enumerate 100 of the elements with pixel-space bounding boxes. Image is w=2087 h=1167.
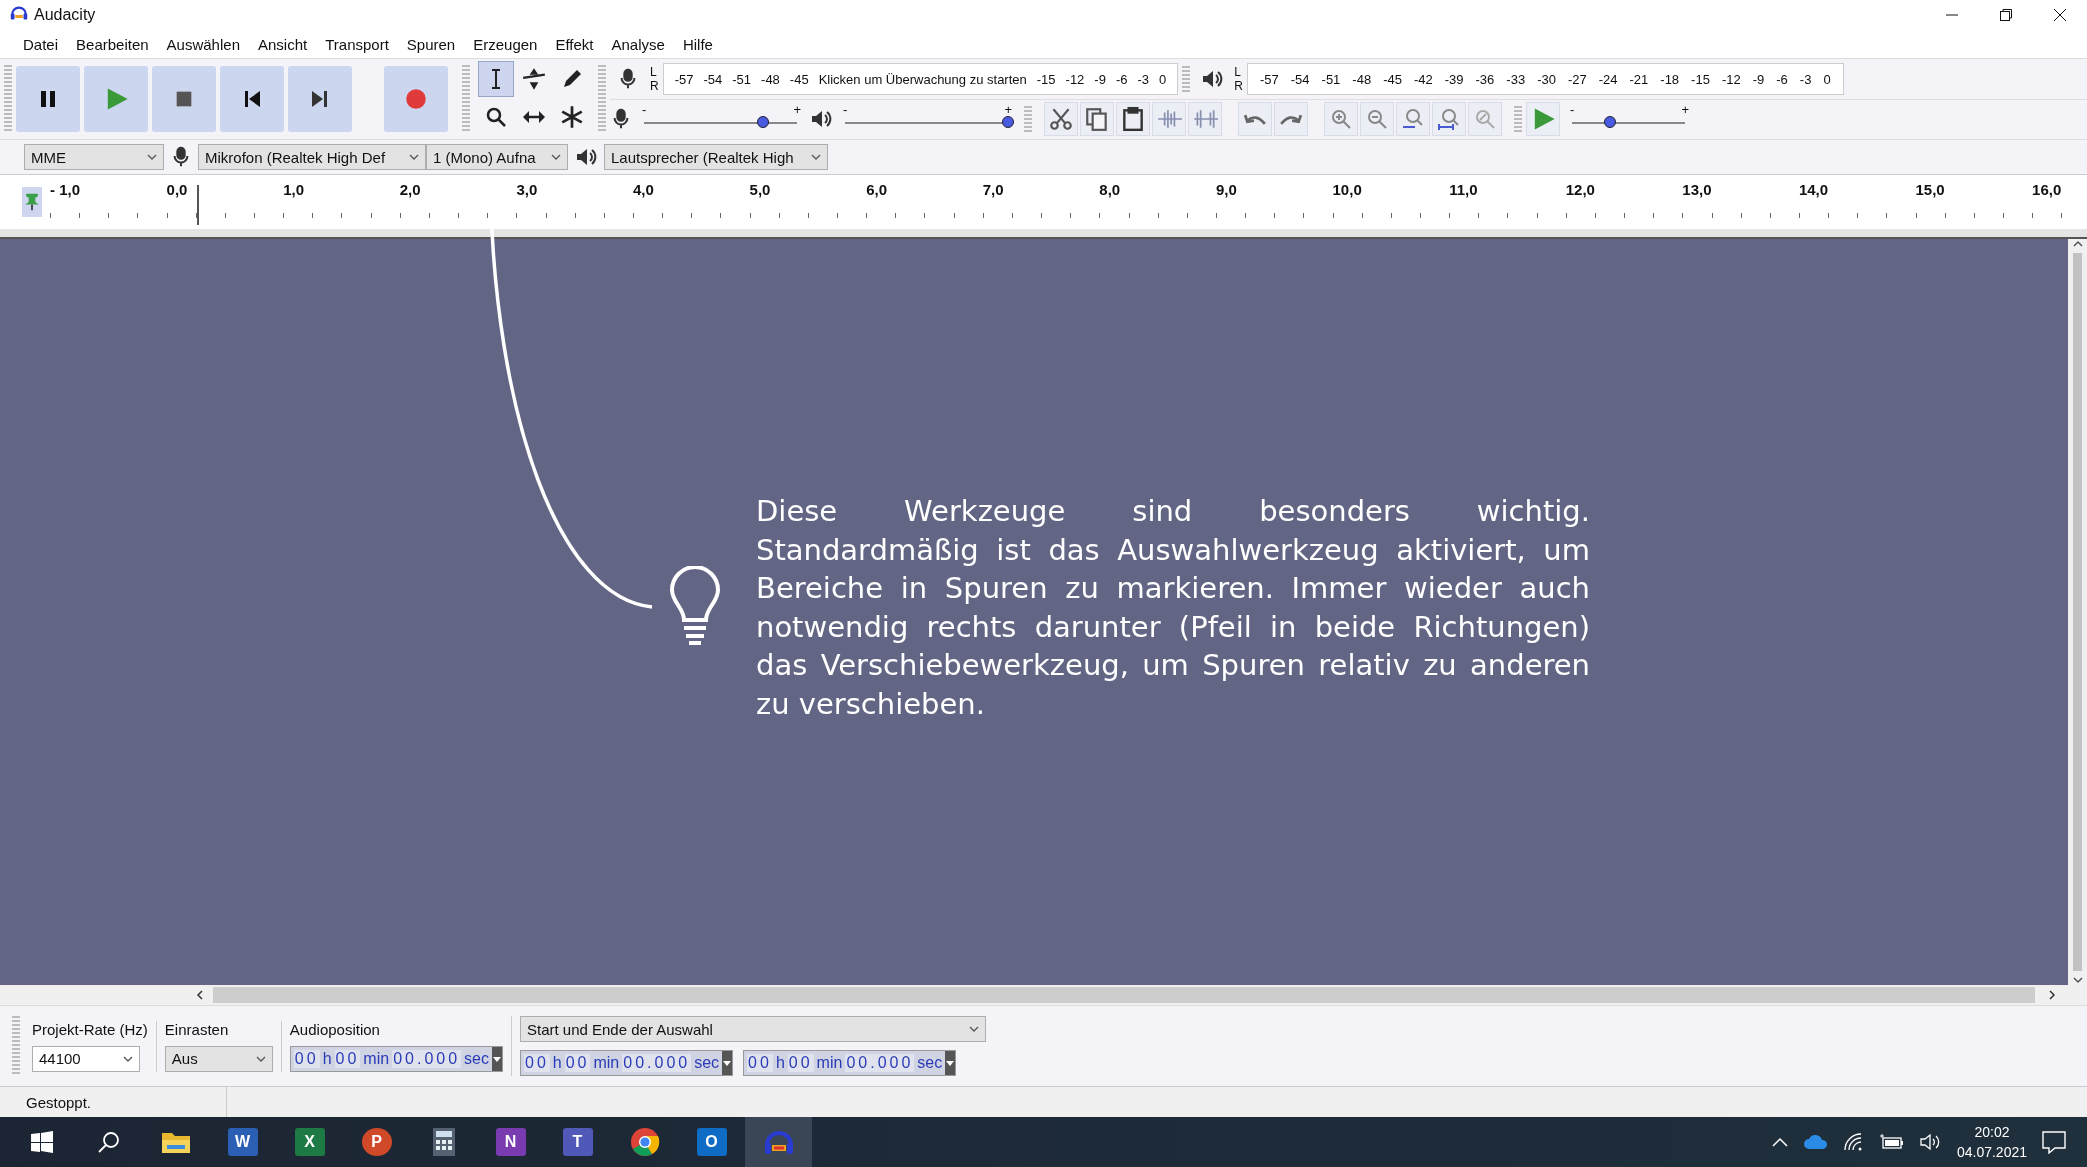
battery-icon[interactable] [1878, 1133, 1905, 1151]
project-rate-dropdown[interactable]: 44100 [32, 1045, 140, 1072]
meter-tick-label: -51 [1320, 71, 1342, 87]
undo-button[interactable] [1238, 102, 1272, 136]
menu-item[interactable]: Datei [14, 35, 68, 53]
playback-meter[interactable]: -57 -54 -51 -48 -45 -42 -39 -36 -33 -30 -27 -24 -21 -18 -15 -12 -9 -6 -3 0 [1246, 63, 1844, 95]
scroll-down-icon[interactable] [2072, 975, 2083, 985]
selection-mode-dropdown[interactable]: Start und Ende der Auswahl [520, 1016, 986, 1042]
meter-tick-label: -42 [1412, 71, 1434, 87]
toolbar-grip-handle[interactable] [1514, 106, 1522, 132]
meter-tick-label: -18 [1659, 71, 1681, 87]
taskbar-app-button[interactable]: O [678, 1117, 745, 1167]
fit-selection-button[interactable] [1396, 102, 1430, 136]
browser-icon[interactable] [629, 1127, 660, 1157]
meter-tick-label: 0 [1158, 71, 1168, 87]
menu-item[interactable]: Analyse [602, 35, 674, 53]
meter-tick-label: -9 [1093, 71, 1107, 87]
silence-button[interactable] [1188, 102, 1222, 136]
meter-tick-label: -30 [1536, 71, 1557, 87]
skip-end-button[interactable] [288, 66, 352, 132]
taskbar-app-button[interactable]: N [477, 1117, 544, 1167]
presentation-app-icon[interactable]: P [361, 1128, 392, 1156]
zoom-fit-project-icon [1437, 107, 1461, 131]
zoom-out-button[interactable] [1360, 102, 1394, 136]
asterisk-icon [559, 104, 585, 130]
channels-dropdown[interactable]: 1 (Mono) Aufna [426, 144, 568, 170]
mail-app-icon[interactable]: O [696, 1128, 727, 1156]
audio-host-dropdown[interactable]: MME [24, 144, 164, 170]
output-device-dropdown[interactable]: Lautsprecher (Realtek High [604, 144, 828, 170]
meter-tick-label: -57 [673, 71, 695, 87]
zoom-out-icon [1365, 107, 1389, 131]
taskbar-app-button[interactable]: W [209, 1117, 276, 1167]
meter-tick-label: -12 [1720, 71, 1742, 87]
timeline-label: 7,0 [982, 181, 1005, 198]
taskbar-clock[interactable]: 20:02 04.07.2021 [1956, 1122, 2027, 1162]
scroll-up-icon[interactable] [2072, 239, 2083, 249]
redo-button[interactable] [1274, 102, 1308, 136]
taskbar-app-button[interactable]: P [343, 1117, 410, 1167]
slider-thumb[interactable] [1002, 116, 1014, 128]
record-icon [403, 86, 429, 112]
team-chat-app-icon[interactable]: T [562, 1128, 593, 1156]
notification-icon[interactable] [2041, 1130, 2067, 1154]
window-title: Audacity [34, 6, 96, 24]
record-button[interactable] [384, 66, 448, 132]
play-at-speed-button[interactable] [1526, 102, 1560, 136]
word-app-icon[interactable]: W [227, 1128, 258, 1156]
toolbar-grip-handle[interactable] [462, 65, 470, 133]
copy-icon [1084, 106, 1110, 132]
pause-button[interactable] [16, 66, 80, 132]
snap-dropdown[interactable]: Aus [164, 1045, 273, 1072]
meter-tick-label: -36 [1474, 71, 1496, 87]
fit-project-button[interactable] [1432, 102, 1466, 136]
stop-button[interactable] [152, 66, 216, 132]
toolbar-grip-handle[interactable] [1182, 66, 1191, 92]
meter-tick-label: -24 [1597, 71, 1619, 87]
taskbar-app-button[interactable]: T [544, 1117, 611, 1167]
zoom-toggle-button[interactable] [1468, 102, 1502, 136]
menu-item[interactable]: Auswählen [157, 35, 249, 53]
input-device-dropdown[interactable]: Mikrofon (Realtek High Def [198, 144, 426, 170]
paste-button[interactable] [1116, 102, 1150, 136]
time-field[interactable]: 00 h 00 min 00.000 sec [743, 1050, 957, 1076]
scissors-icon [1048, 106, 1074, 132]
slider-thumb[interactable] [1604, 116, 1617, 128]
toolbar-grip-handle[interactable] [12, 1016, 20, 1076]
timeline-label: 0,0 [166, 181, 189, 198]
close-icon[interactable] [2053, 8, 2067, 22]
menu-item[interactable]: Spuren [397, 35, 465, 53]
playhead-marker [197, 185, 199, 225]
time-field[interactable]: 00 h 00 min 00.000 sec [520, 1050, 734, 1076]
toolbar-grip-handle[interactable] [1024, 106, 1032, 132]
notebook-app-icon[interactable]: N [495, 1128, 526, 1156]
skip-start-button[interactable] [220, 66, 284, 132]
spreadsheet-app-icon[interactable]: X [294, 1128, 325, 1156]
restore-icon[interactable] [1999, 8, 2013, 22]
timeline-label: 5,0 [749, 181, 772, 198]
zoom-in-button[interactable] [1324, 102, 1358, 136]
record-meter[interactable]: -57 -54 -51 -48 -45 Klicken um Überwachung zu starten -15 -12 -9 -6 -3 0 [662, 63, 1179, 95]
toolbar-grip-handle[interactable] [4, 65, 12, 133]
menu-item[interactable]: Effekt [546, 35, 603, 53]
select-tool-button[interactable] [478, 61, 514, 97]
timeline-label: 3,0 [516, 181, 539, 198]
scroll-right-icon[interactable] [2047, 990, 2057, 1000]
meter-hint: Klicken um Überwachung zu starten [817, 71, 1028, 87]
taskbar-app-button[interactable]: X [276, 1117, 343, 1167]
meter-tick-label: -6 [1775, 71, 1789, 87]
menu-item[interactable]: Transport [316, 35, 398, 53]
cloud-icon[interactable] [1802, 1133, 1829, 1151]
copy-button[interactable] [1080, 102, 1114, 136]
toolbar-grip-handle[interactable] [598, 65, 606, 133]
slider-thumb[interactable] [757, 116, 770, 128]
zoom-toggle-icon [1473, 107, 1497, 131]
scroll-left-icon[interactable] [195, 990, 205, 1000]
menu-item[interactable]: Hilfe [673, 35, 722, 53]
meter-tick-label: -3 [1136, 71, 1151, 87]
calculator-icon[interactable] [431, 1127, 456, 1157]
menu-item[interactable]: Bearbeiten [67, 35, 158, 53]
menu-item[interactable]: Ansicht [249, 35, 317, 53]
menu-item[interactable]: Erzeugen [464, 35, 547, 53]
cut-button[interactable] [1044, 102, 1078, 136]
time-field[interactable]: 00 h 00 min 00.000 sec [289, 1045, 503, 1072]
